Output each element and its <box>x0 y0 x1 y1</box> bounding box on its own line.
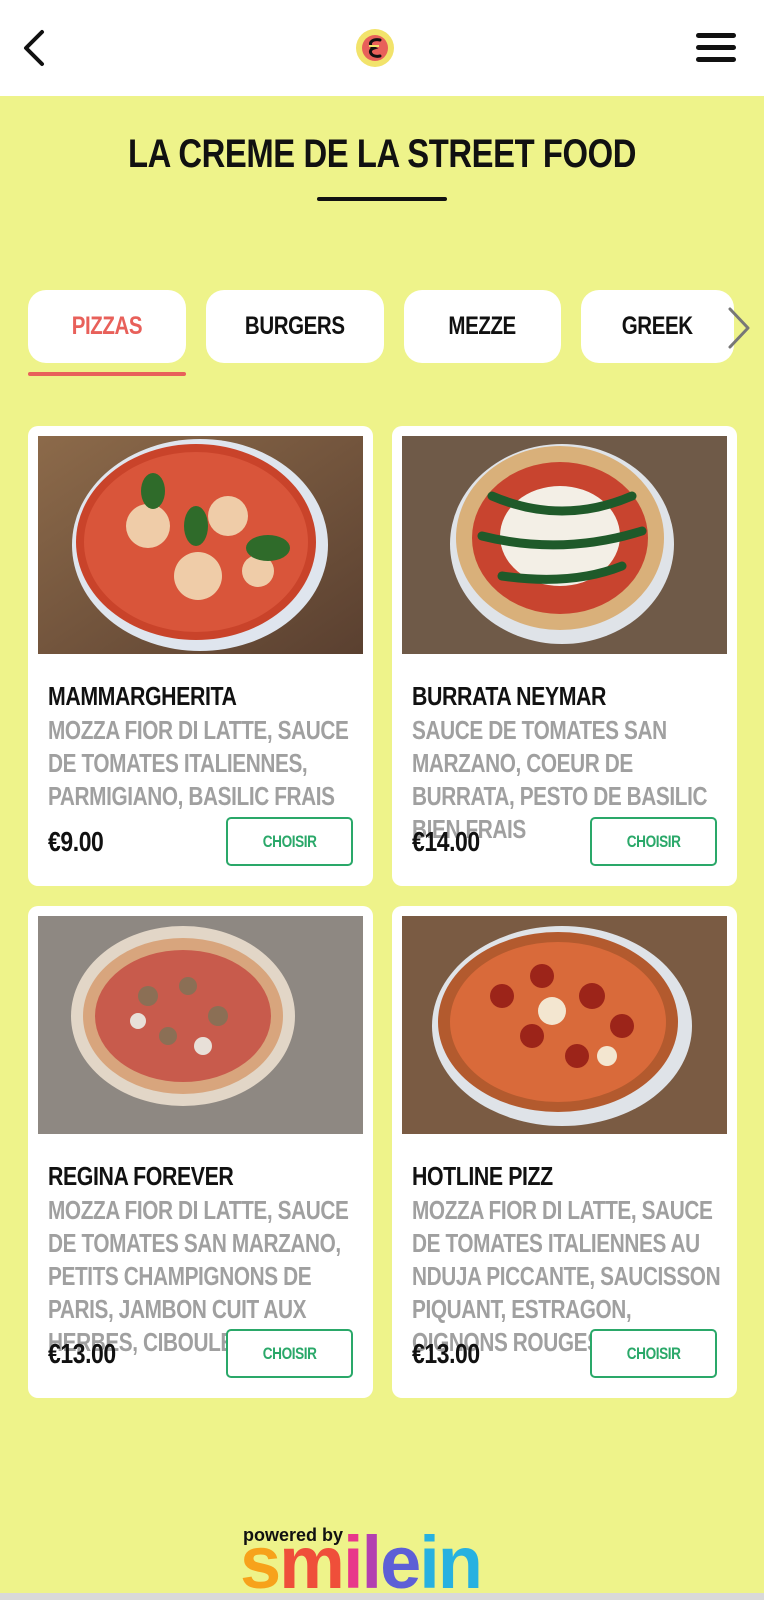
product-name: REGINA FOREVER <box>48 1161 234 1191</box>
menu-button[interactable] <box>694 28 740 68</box>
bottom-strip <box>0 1593 764 1600</box>
back-button[interactable] <box>18 24 58 72</box>
product-price: €13.00 <box>412 1338 480 1369</box>
product-price: €14.00 <box>412 826 480 857</box>
choose-button[interactable]: CHOISIR <box>226 817 353 866</box>
tab-label: MEZZE <box>448 312 517 340</box>
hamburger-menu-icon <box>696 33 736 62</box>
product-description: MOZZA FIOR DI LATTE, SAUCE DE TOMATES IT… <box>48 715 349 811</box>
product-price: €13.00 <box>48 1338 116 1369</box>
choose-button[interactable]: CHOISIR <box>590 817 717 866</box>
choose-button-label: CHOISIR <box>262 1343 317 1363</box>
tab-burgers[interactable]: BURGERS <box>206 290 384 363</box>
tabs-scroll-right-button[interactable] <box>722 305 754 351</box>
product-image-regina-forever[interactable] <box>38 916 363 1134</box>
brand-letter: e <box>380 1521 421 1600</box>
tab-label: PIZZAS <box>71 312 143 340</box>
tab-label: GREEK <box>622 312 693 340</box>
brand-letter: s <box>240 1521 281 1600</box>
tab-pizzas[interactable]: PIZZAS <box>28 290 186 363</box>
brand-letter: l <box>361 1521 383 1600</box>
brand-letter: i <box>342 1521 364 1600</box>
product-name: MAMMARGHERITA <box>48 681 237 711</box>
choose-button-label: CHOISIR <box>626 1343 681 1363</box>
product-card[interactable]: REGINA FOREVER MOZZA FIOR DI LATTE, SAUC… <box>28 906 373 1398</box>
product-image-mammargherita[interactable] <box>38 436 363 654</box>
brand-letter: in <box>419 1521 483 1600</box>
page-title: LA CREME DE LA STREET FOOD <box>127 132 637 176</box>
product-image-burrata-neymar[interactable] <box>402 436 727 654</box>
brand-logo[interactable] <box>355 28 395 68</box>
chevron-right-icon <box>728 307 750 349</box>
tab-greek[interactable]: GREEK <box>581 290 734 363</box>
tab-mezze[interactable]: MEZZE <box>404 290 561 363</box>
product-image-hotline-pizz[interactable] <box>402 916 727 1134</box>
tab-label: BURGERS <box>245 312 345 340</box>
active-tab-indicator <box>28 372 186 376</box>
title-underline <box>317 197 447 201</box>
chevron-left-icon <box>24 30 44 66</box>
product-card[interactable]: HOTLINE PIZZ MOZZA FIOR DI LATTE, SAUCE … <box>392 906 737 1398</box>
product-name: HOTLINE PIZZ <box>412 1161 553 1191</box>
smilein-logo[interactable]: smilein <box>240 1520 483 1600</box>
brand-letter: m <box>279 1521 345 1600</box>
product-name: BURRATA NEYMAR <box>412 681 607 711</box>
choose-button[interactable]: CHOISIR <box>226 1329 353 1378</box>
product-card[interactable]: BURRATA NEYMAR SAUCE DE TOMATES SAN MARZ… <box>392 426 737 886</box>
choose-button-label: CHOISIR <box>626 831 681 851</box>
choose-button-label: CHOISIR <box>262 831 317 851</box>
product-card[interactable]: MAMMARGHERITA MOZZA FIOR DI LATTE, SAUCE… <box>28 426 373 886</box>
choose-button[interactable]: CHOISIR <box>590 1329 717 1378</box>
product-price: €9.00 <box>48 826 104 857</box>
top-bar <box>0 0 764 96</box>
